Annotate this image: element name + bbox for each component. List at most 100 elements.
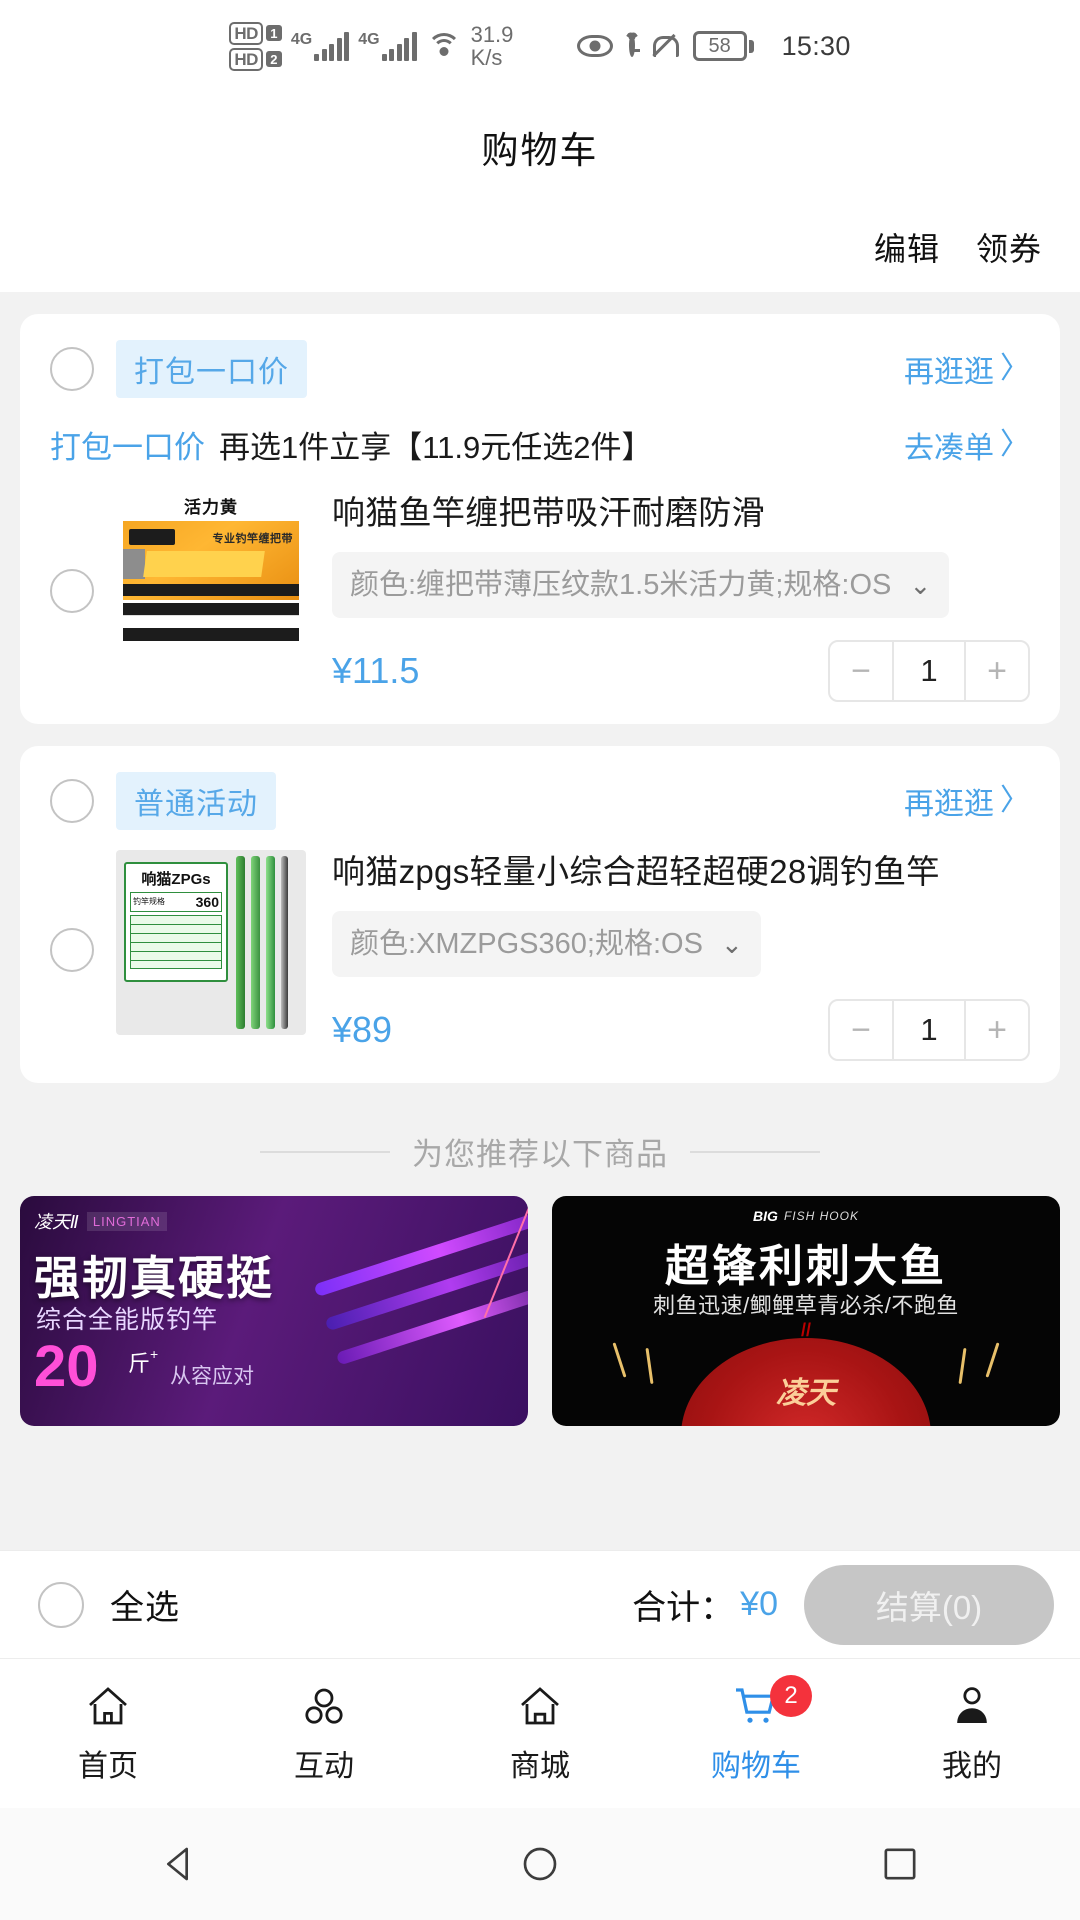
wifi-icon — [426, 31, 462, 61]
alarm-clock-icon — [629, 37, 635, 55]
item-2-title[interactable]: 响猫zpgs轻量小综合超轻超硬28调钓鱼竿 — [332, 850, 1030, 895]
rec1-headline: 强韧真硬挺 — [34, 1242, 274, 1308]
back-triangle-icon[interactable] — [160, 1844, 200, 1884]
item-1-thumb-sub: 专业钓竿缠把带 — [213, 530, 294, 546]
total-value: ¥0 — [740, 1585, 778, 1624]
promo-tag: 打包一口价 — [50, 422, 205, 467]
bell-muted-icon — [651, 32, 677, 60]
tab-store-label: 商城 — [510, 1741, 570, 1785]
coupon-button[interactable]: 领券 — [976, 224, 1042, 270]
edit-button[interactable]: 编辑 — [874, 224, 940, 270]
item-1-select-checkbox[interactable] — [50, 569, 94, 613]
group-1-browse-more-link[interactable]: 再逛逛 〉 — [904, 347, 1030, 391]
item-2-thumbnail[interactable]: 响猫ZPGs 钓竿规格 360 — [116, 850, 306, 1035]
checkout-button[interactable]: 结算(0) — [804, 1565, 1054, 1645]
item-1-thumb-title: 活力黄 — [184, 493, 238, 518]
tab-profile-label: 我的 — [942, 1741, 1002, 1785]
group-2-select-checkbox[interactable] — [50, 779, 94, 823]
item-2-thumb-rods — [232, 850, 302, 1035]
item-1-decrease-button[interactable]: − — [830, 642, 892, 700]
item-1-increase-button[interactable]: + — [966, 642, 1028, 700]
item-2-decrease-button[interactable]: − — [830, 1001, 892, 1059]
rec1-number: 20 — [34, 1338, 99, 1396]
group-1-tag: 打包一口价 — [116, 340, 307, 398]
item-2-spec-selector[interactable]: 颜色:XMZPGS360;规格:OS ⌄ — [332, 911, 761, 978]
cart-group-2-header: 普通活动 再逛逛 〉 — [20, 746, 1060, 840]
item-2-price-row: ¥89 − 1 + — [332, 999, 1030, 1061]
tab-home-label: 首页 — [78, 1741, 138, 1785]
cart-group-1-header: 打包一口价 再逛逛 〉 — [20, 314, 1060, 408]
signal-sim2: 4G — [358, 31, 416, 61]
tab-cart[interactable]: 2 购物车 — [648, 1683, 864, 1785]
cart-item-2: 响猫ZPGs 钓竿规格 360 响猫zpgs轻量小综合超轻超硬28调钓鱼竿 — [20, 840, 1060, 1061]
rec1-unit-sup: + — [150, 1346, 158, 1362]
rec2-subline: 刺鱼迅速/鲫鲤草青必杀/不跑鱼 — [653, 1288, 959, 1320]
item-2-thumb-brand: 响猫ZPGs — [126, 868, 226, 889]
item-2-select-checkbox[interactable] — [50, 928, 94, 972]
tab-profile[interactable]: 我的 — [864, 1683, 1080, 1785]
status-bar-right: 58 15:30 — [577, 31, 851, 62]
item-2-quantity-stepper[interactable]: − 1 + — [828, 999, 1030, 1061]
tab-interaction[interactable]: 互动 — [216, 1683, 432, 1785]
recommend-card-1[interactable]: 凌天Ⅱ LINGTIAN 强韧真硬挺 综合全能版钓竿 20 斤+ 从容应对 — [20, 1196, 528, 1426]
chevron-right-icon: 〉 — [1000, 786, 1030, 816]
total-label: 合计： — [632, 1580, 734, 1629]
tab-store[interactable]: 商城 — [432, 1683, 648, 1785]
promo-action-link[interactable]: 去凑单 〉 — [904, 423, 1030, 467]
group-1-select-checkbox[interactable] — [50, 347, 94, 391]
tab-home[interactable]: 首页 — [0, 1683, 216, 1785]
sim1-label: 1 — [266, 25, 282, 41]
network-type-2: 4G — [358, 31, 379, 49]
network-type-1: 4G — [291, 31, 312, 49]
item-1-spec-selector[interactable]: 颜色:缠把带薄压纹款1.5米活力黄;规格:OS ⌄ — [332, 552, 949, 619]
item-1-body: 响猫鱼竿缠把带吸汗耐磨防滑 颜色:缠把带薄压纹款1.5米活力黄;规格:OS ⌄ … — [332, 491, 1030, 702]
promo-row: 打包一口价 再选1件立享【11.9元任选2件】 去凑单 〉 — [20, 408, 1060, 481]
item-1-price: ¥11.5 — [332, 650, 419, 692]
android-navigation-bar — [0, 1808, 1080, 1920]
network-speed-unit: K/s — [471, 46, 529, 69]
recommend-card-2[interactable]: BIG FISH HOOK 超锋利刺大鱼 刺鱼迅速/鲫鲤草青必杀/不跑鱼 // … — [552, 1196, 1060, 1426]
page-title: 购物车 — [482, 120, 599, 174]
hd-icon-2: HD — [229, 48, 263, 71]
item-2-spec-text: 颜色:XMZPGS360;规格:OS — [350, 928, 703, 960]
item-2-increase-button[interactable]: + — [966, 1001, 1028, 1059]
item-1-title[interactable]: 响猫鱼竿缠把带吸汗耐磨防滑 — [332, 491, 1030, 536]
select-all-label[interactable]: 全选 — [110, 1580, 180, 1629]
recents-square-icon[interactable] — [880, 1844, 920, 1884]
rec2-brand-2: FISH HOOK — [784, 1209, 859, 1223]
battery-level: 58 — [693, 31, 747, 61]
item-1-quantity-stepper[interactable]: − 1 + — [828, 640, 1030, 702]
sim2-label: 2 — [266, 51, 282, 67]
checkout-bar: 全选 合计： ¥0 结算(0) — [0, 1550, 1080, 1658]
item-1-price-row: ¥11.5 − 1 + — [332, 640, 1030, 702]
interaction-icon — [298, 1683, 350, 1731]
item-1-quantity-value[interactable]: 1 — [892, 642, 966, 700]
rec1-subline: 综合全能版钓竿 — [36, 1300, 218, 1336]
item-2-thumb-label: 钓竿规格 — [133, 898, 165, 906]
home-circle-icon[interactable] — [520, 1844, 560, 1884]
cart-scroll-area[interactable]: 打包一口价 再逛逛 〉 打包一口价 再选1件立享【11.9元任选2件】 去凑单 … — [0, 292, 1080, 1550]
item-1-thumbnail[interactable]: 活力黄 专业钓竿缠把带 — [116, 491, 306, 641]
store-icon — [514, 1683, 566, 1731]
group-2-browse-more-label: 再逛逛 — [904, 779, 994, 823]
rec1-badge-cn: 凌天Ⅱ — [34, 1208, 79, 1234]
status-bar-left: HD 1 HD 2 4G 4G 31.9 K/s — [229, 22, 528, 71]
recommend-separator: 为您推荐以下商品 — [0, 1129, 1080, 1174]
rec1-badge-en: LINGTIAN — [87, 1212, 167, 1231]
app-screen: HD 1 HD 2 4G 4G 31.9 K/s — [0, 0, 1080, 1920]
home-icon — [82, 1683, 134, 1731]
item-2-price: ¥89 — [332, 1009, 392, 1051]
battery-icon: 58 — [693, 31, 754, 61]
chevron-right-icon: 〉 — [1000, 430, 1030, 460]
hd-icon-1: HD — [229, 22, 263, 45]
promo-text: 再选1件立享【11.9元任选2件】 — [219, 422, 653, 467]
chevron-right-icon: 〉 — [1000, 354, 1030, 384]
rec2-seal: 凌天 — [681, 1338, 931, 1426]
tab-interaction-label: 互动 — [294, 1741, 354, 1785]
chevron-down-icon: ⌄ — [721, 926, 743, 962]
item-2-quantity-value[interactable]: 1 — [892, 1001, 966, 1059]
group-2-browse-more-link[interactable]: 再逛逛 〉 — [904, 779, 1030, 823]
select-all-checkbox[interactable] — [38, 1582, 84, 1628]
item-1-spec-text: 颜色:缠把带薄压纹款1.5米活力黄;规格:OS — [350, 569, 891, 601]
header-actions: 编辑 领券 — [0, 202, 1080, 292]
